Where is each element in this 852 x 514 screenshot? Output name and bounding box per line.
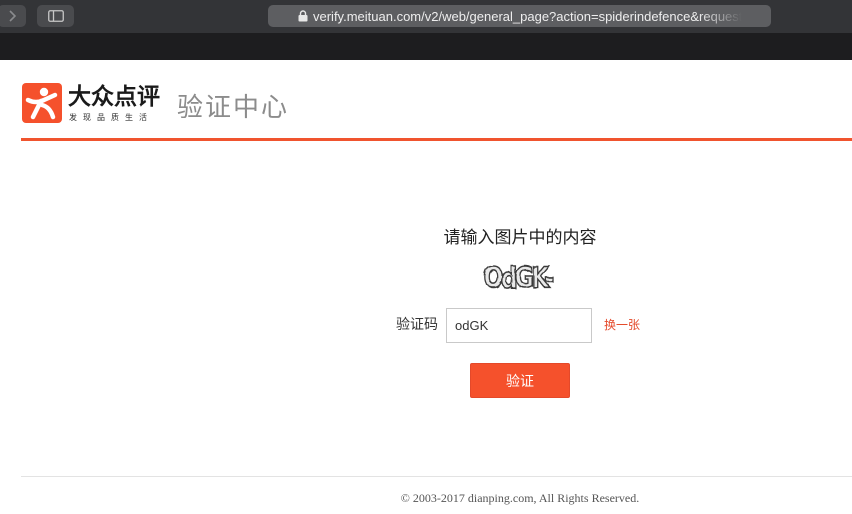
url-text: verify.meituan.com/v2/web/general_page?a… — [313, 8, 743, 24]
chevron-right-icon — [9, 10, 16, 22]
captcha-image[interactable]: OdGK- — [481, 256, 563, 296]
footer-copyright: © 2003-2017 dianping.com, All Rights Res… — [400, 491, 640, 505]
refresh-captcha-link[interactable]: 换一张 — [604, 316, 640, 334]
dianping-logo-icon — [22, 83, 62, 123]
header-divider — [21, 138, 852, 141]
captcha-image-text: OdGK- — [484, 262, 554, 295]
verification-code-input[interactable] — [446, 308, 592, 343]
footer-divider — [21, 476, 852, 477]
brand-slogan: 发现品质生活 — [69, 113, 153, 122]
lock-icon — [298, 10, 308, 22]
page-title: 验证中心 — [177, 93, 290, 123]
captcha-prompt: 请输入图片中的内容 — [443, 228, 597, 248]
brand-name: 大众点评 — [68, 84, 160, 110]
verification-code-label: 验证码 — [396, 317, 438, 333]
verify-button[interactable]: 验证 — [470, 363, 570, 398]
tab-strip — [0, 33, 852, 60]
address-bar[interactable]: verify.meituan.com/v2/web/general_page?a… — [268, 5, 771, 27]
sidebar-icon — [47, 10, 64, 22]
browser-toolbar: verify.meituan.com/v2/web/general_page?a… — [0, 0, 852, 33]
page-content: 大众点评 发现品质生活 验证中心 请输入图片中的内容 OdGK- 验证码 换一张… — [0, 60, 852, 514]
sidebar-toggle-button[interactable] — [37, 5, 74, 27]
forward-button[interactable] — [0, 5, 26, 27]
